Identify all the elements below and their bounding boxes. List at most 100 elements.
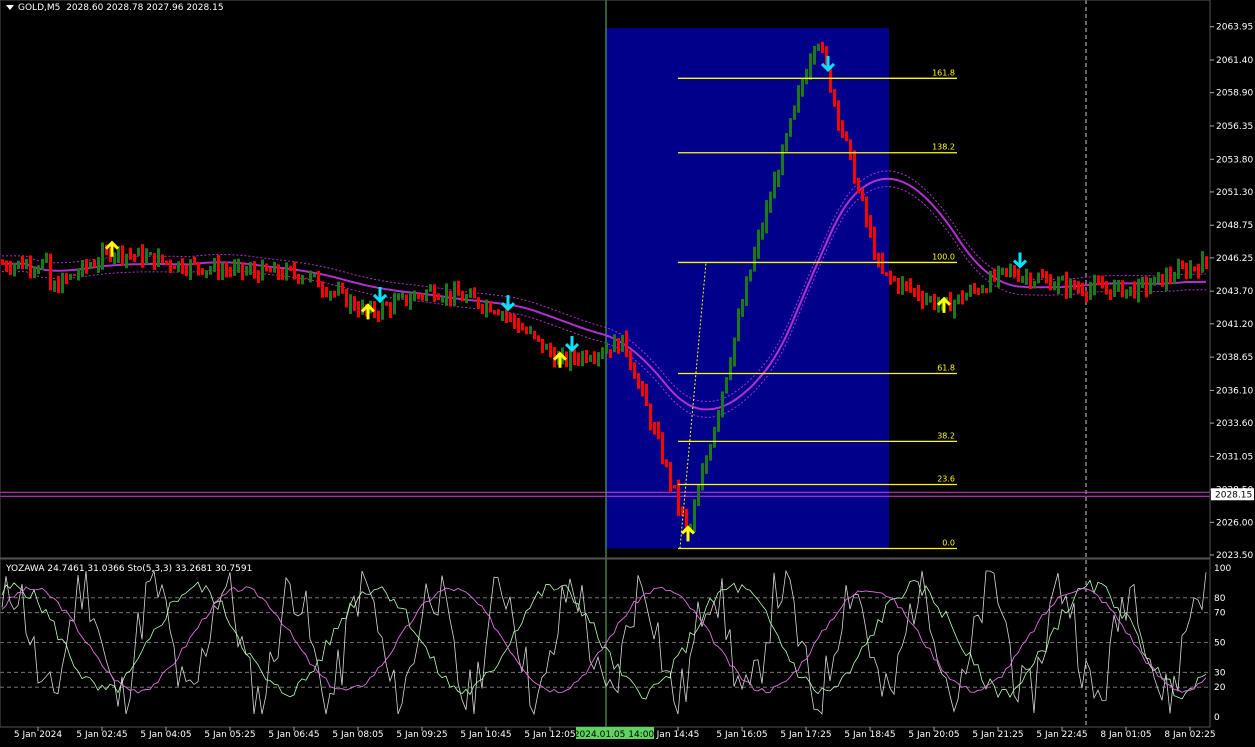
candle [1025,268,1028,285]
candle [357,301,360,318]
ohlc-label: 2028.60 2028.78 2027.96 2028.15 [66,3,224,13]
candle [381,300,384,320]
candle [1085,291,1088,303]
candle [673,484,676,489]
candle [653,421,656,435]
candle [1005,267,1008,277]
candle [53,280,56,292]
osc-tick-label: 30 [1214,668,1226,678]
candle [333,290,336,298]
candle [413,290,416,301]
candle [325,286,328,298]
candle [633,362,636,379]
fib-level-label: 100.0 [932,252,955,261]
candle [101,242,104,270]
candle [1189,260,1192,279]
candle [881,252,884,274]
candle [985,288,988,294]
candle [1121,280,1124,298]
candle [1053,281,1056,291]
time-label: Jan 14:45 [656,730,700,740]
candle [933,293,936,311]
candle [265,263,268,272]
candle [429,284,432,292]
candle [837,100,840,131]
candle [1065,271,1068,299]
candle [129,247,132,260]
fib-level-label: 61.8 [937,363,955,372]
price-tick-label: 2051.30 [1216,188,1253,198]
candle [1117,280,1120,292]
candle [421,293,424,301]
trading-chart[interactable]: 161.8 138.2 100.0 61.8 38.2 23.6 0.0 2063.95 20… [0,0,1255,743]
candle [277,264,280,281]
candle [149,251,152,256]
time-label-highlight: 2024.01.05 14:00 [574,730,655,740]
candle [89,261,92,270]
candle [309,270,312,283]
osc-pane-frame [0,558,1211,728]
osc-tick-label: 100 [1214,564,1231,574]
price-tick-label: 2023.50 [1216,551,1253,561]
candle [617,337,620,354]
candle [409,292,412,310]
candle [1137,278,1140,303]
candle [49,253,52,291]
candle [737,308,740,342]
arrow-down-icon [500,295,516,312]
candle [701,463,704,491]
candle [1097,275,1100,286]
candle [721,391,724,418]
candle [1157,272,1160,283]
candle [781,144,784,176]
time-label: 5 Jan 10:45 [460,730,511,740]
candle [69,273,72,280]
candle [469,288,472,298]
candle [213,257,216,273]
candle [401,292,404,299]
candle [241,263,244,281]
candle [1153,276,1156,286]
candle [377,310,380,323]
candle [925,292,928,306]
candle [329,290,332,301]
osc-tick-label: 80 [1214,594,1226,604]
time-label: 5 Jan 21:25 [972,730,1023,740]
candle [345,288,348,308]
candle [725,377,728,394]
current-price-label: 2028.15 [1215,490,1252,500]
candle [1177,258,1180,279]
time-label: 5 Jan 18:45 [844,730,895,740]
candle [1049,274,1052,291]
candle [965,292,968,301]
candle [1033,280,1036,289]
candle [1113,279,1116,297]
candle [253,261,256,279]
main-pane-frame [0,0,1211,559]
candle [885,272,888,276]
time-label: 5 Jan 04:05 [140,730,191,740]
candle [533,330,536,340]
candle [389,302,392,319]
time-label: 5 Jan 09:25 [396,730,447,740]
time-label: 5 Jan 02:45 [76,730,127,740]
candle [1133,281,1136,299]
candle [749,269,752,282]
collapse-triangle-icon[interactable] [6,5,14,10]
candle [17,260,20,270]
candle [877,252,880,268]
candle [525,326,528,335]
candle [1037,272,1040,284]
candle [993,268,996,282]
chart-svg[interactable]: 161.8 138.2 100.0 61.8 38.2 23.6 0.0 2063.95 20… [0,0,1255,743]
price-tick-label: 2043.70 [1216,287,1253,297]
candle [769,191,772,213]
candle [145,248,148,265]
time-label: 5 Jan 16:05 [716,730,767,740]
candle [281,269,284,280]
candle [249,261,252,275]
candle [13,262,16,277]
candle [517,318,520,333]
candle [33,266,36,279]
candle [493,310,496,315]
